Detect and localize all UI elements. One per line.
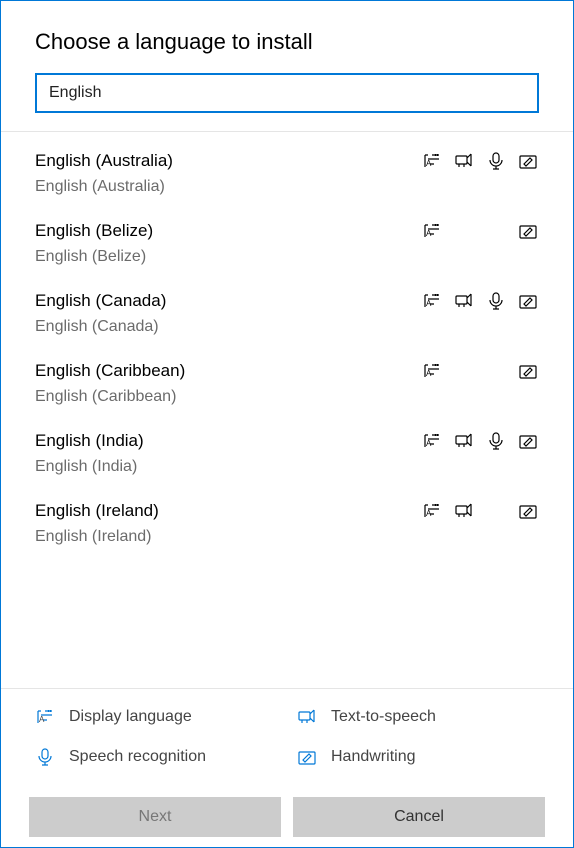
divider: [1, 131, 573, 132]
speech-recognition-icon: [486, 431, 506, 451]
language-name: English (Australia): [35, 151, 173, 171]
legend-tts: Text-to-speech: [297, 707, 539, 727]
language-item[interactable]: English (India) English (India): [1, 418, 573, 488]
handwriting-icon: [297, 747, 317, 767]
display-language-icon: [35, 707, 55, 727]
display-language-icon: [422, 361, 442, 381]
language-item[interactable]: English (Caribbean) English (Caribbean): [1, 348, 573, 418]
language-item[interactable]: English (Ireland) English (Ireland): [1, 488, 573, 558]
language-native-name: English (Australia): [35, 178, 539, 196]
feature-icons: [419, 220, 539, 242]
legend-hand: Handwriting: [297, 747, 539, 767]
display-language-icon: [422, 431, 442, 451]
legend-display-label: Display language: [69, 708, 192, 726]
button-row: Next Cancel: [1, 779, 573, 847]
text-to-speech-icon: [454, 151, 474, 171]
legend: Display language Text-to-speech Speech r…: [1, 688, 573, 779]
speech-recognition-icon: [486, 151, 506, 171]
feature-icons: [419, 500, 539, 522]
legend-speech: Speech recognition: [35, 747, 277, 767]
language-native-name: English (Caribbean): [35, 388, 539, 406]
cancel-button[interactable]: Cancel: [293, 797, 545, 837]
text-to-speech-icon: [297, 707, 317, 727]
display-language-icon: [422, 151, 442, 171]
feature-icons: [419, 290, 539, 312]
handwriting-icon: [518, 361, 538, 381]
language-list: English (Australia)English (Australia)En…: [1, 138, 573, 688]
legend-tts-label: Text-to-speech: [331, 708, 436, 726]
search-input[interactable]: [49, 84, 511, 102]
next-button[interactable]: Next: [29, 797, 281, 837]
search-box[interactable]: [35, 73, 539, 113]
language-item[interactable]: English (Australia) English (Australia): [1, 138, 573, 208]
legend-display: Display language: [35, 707, 277, 727]
language-item[interactable]: English (Belize) English (Belize): [1, 208, 573, 278]
feature-icons: [419, 150, 539, 172]
handwriting-icon: [518, 501, 538, 521]
display-language-icon: [422, 221, 442, 241]
language-native-name: English (Ireland): [35, 528, 539, 546]
display-language-icon: [422, 291, 442, 311]
legend-speech-label: Speech recognition: [69, 748, 206, 766]
text-to-speech-icon: [454, 501, 474, 521]
dialog-title: Choose a language to install: [35, 29, 539, 55]
display-language-icon: [422, 501, 442, 521]
language-native-name: English (Belize): [35, 248, 539, 266]
language-native-name: English (Canada): [35, 318, 539, 336]
speech-recognition-icon: [35, 747, 55, 767]
handwriting-icon: [518, 151, 538, 171]
handwriting-icon: [518, 221, 538, 241]
language-item[interactable]: English (Canada) English (Canada): [1, 278, 573, 348]
legend-hand-label: Handwriting: [331, 748, 415, 766]
language-name: English (Canada): [35, 291, 166, 311]
handwriting-icon: [518, 291, 538, 311]
language-name: English (Belize): [35, 221, 153, 241]
text-to-speech-icon: [454, 291, 474, 311]
language-name: English (India): [35, 431, 144, 451]
clear-search-icon[interactable]: [511, 85, 527, 101]
language-name: English (Ireland): [35, 501, 159, 521]
language-native-name: English (India): [35, 458, 539, 476]
feature-icons: [419, 430, 539, 452]
handwriting-icon: [518, 431, 538, 451]
language-name: English (Caribbean): [35, 361, 185, 381]
text-to-speech-icon: [454, 431, 474, 451]
feature-icons: [419, 360, 539, 382]
speech-recognition-icon: [486, 291, 506, 311]
